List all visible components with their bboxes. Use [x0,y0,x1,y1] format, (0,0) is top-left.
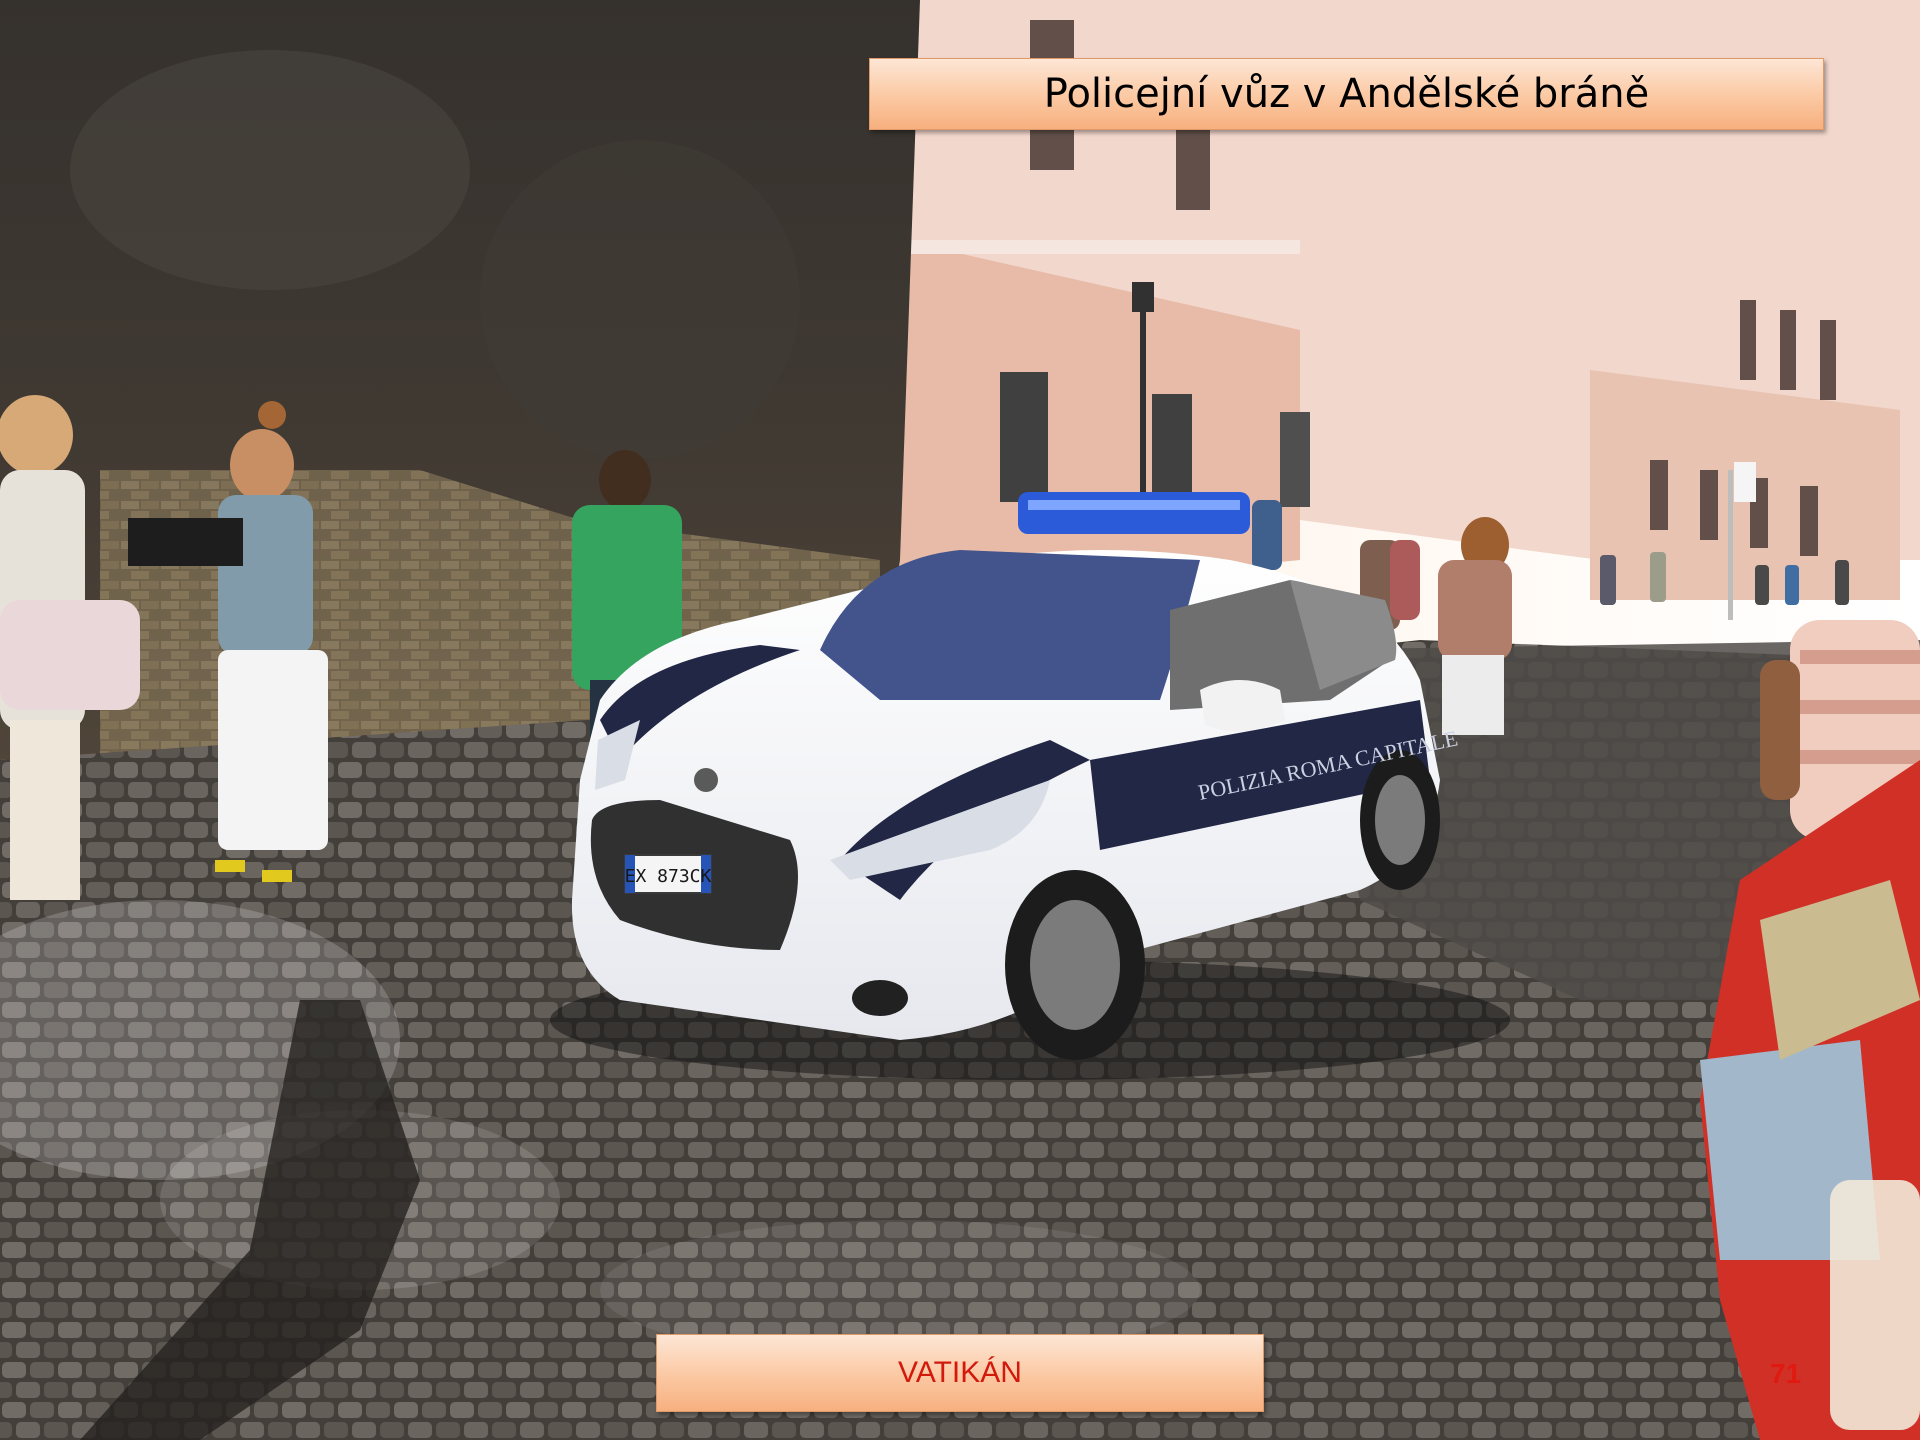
slide-title-box: Policejní vůz v Andělské bráně [869,58,1824,130]
slide-footer-box: VATIKÁN [656,1334,1264,1412]
slide-footer: VATIKÁN [898,1356,1022,1389]
slide-title: Policejní vůz v Andělské bráně [1043,71,1650,117]
page-number: 71 [1770,1358,1802,1389]
photo-scene: EX 873CKPOLIZIA ROMA CAPITALE [0,0,1920,1440]
